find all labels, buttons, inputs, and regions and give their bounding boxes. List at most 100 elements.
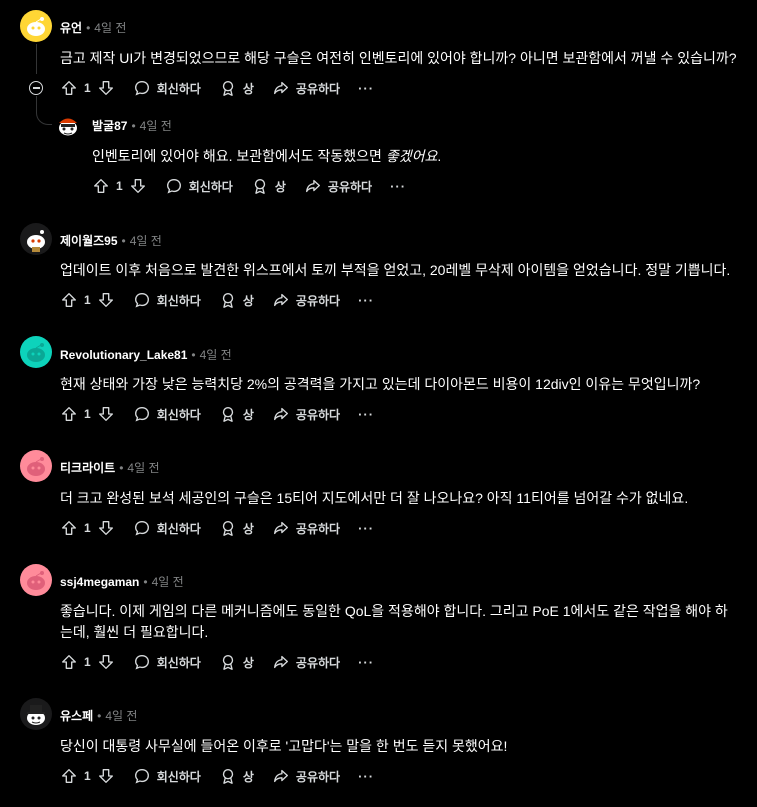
reply-label: 회신하다	[156, 769, 201, 784]
more-options-button[interactable]: ···	[358, 521, 374, 536]
upvote-button[interactable]	[60, 405, 78, 423]
downvote-icon	[98, 293, 113, 307]
avatar[interactable]	[20, 698, 52, 730]
share-button[interactable]: 공유하다	[272, 767, 340, 785]
reply-button[interactable]: 회신하다	[165, 177, 233, 195]
downvote-button[interactable]	[129, 177, 147, 195]
avatar[interactable]	[20, 564, 52, 596]
award-button[interactable]: 상	[219, 767, 254, 785]
comment-bubble-icon	[134, 521, 149, 536]
avatar[interactable]	[52, 108, 84, 140]
separator-dot: •	[119, 461, 124, 475]
share-button[interactable]: 공유하다	[272, 405, 340, 423]
upvote-button[interactable]	[92, 177, 110, 195]
reply-button[interactable]: 회신하다	[133, 653, 201, 671]
author-name[interactable]: 티크라이트	[60, 461, 115, 475]
avatar[interactable]	[20, 10, 52, 42]
upvote-button[interactable]	[60, 767, 78, 785]
timestamp[interactable]: 4일 전	[105, 709, 137, 723]
upvote-button[interactable]	[60, 519, 78, 537]
award-label: 상	[242, 293, 254, 308]
share-icon	[273, 81, 288, 95]
share-button[interactable]: 공유하다	[304, 177, 372, 195]
reply-label: 회신하다	[188, 179, 233, 194]
author-name[interactable]: Revolutionary_Lake81	[60, 348, 187, 362]
reply-label: 회신하다	[156, 81, 201, 96]
timestamp[interactable]: 4일 전	[94, 21, 126, 35]
share-label: 공유하다	[327, 179, 373, 194]
comment-meta: Revolutionary_Lake81 • 4일 전	[60, 346, 232, 363]
award-button[interactable]: 상	[219, 653, 254, 671]
timestamp[interactable]: 4일 전	[140, 119, 172, 133]
comment-actions: 1 회신하다 상 공유하다 ···	[60, 764, 374, 788]
downvote-button[interactable]	[97, 767, 115, 785]
comment-meta: 유스페 • 4일 전	[60, 707, 137, 724]
more-options-button[interactable]: ···	[358, 81, 374, 96]
award-label: 상	[242, 81, 254, 96]
comment-text-end: .	[437, 148, 442, 164]
downvote-button[interactable]	[97, 405, 115, 423]
timestamp[interactable]: 4일 전	[130, 234, 162, 248]
collapse-thread-button[interactable]	[29, 81, 43, 95]
more-icon: ···	[358, 406, 375, 422]
separator-dot: •	[143, 575, 148, 589]
more-options-button[interactable]: ···	[358, 407, 374, 422]
award-button[interactable]: 상	[219, 291, 254, 309]
reply-button[interactable]: 회신하다	[133, 519, 201, 537]
author-name[interactable]: 발굴87	[92, 119, 127, 133]
avatar[interactable]	[20, 450, 52, 482]
award-icon	[222, 769, 234, 784]
author-name[interactable]: 제이월즈95	[60, 234, 118, 248]
award-button[interactable]: 상	[251, 177, 286, 195]
share-button[interactable]: 공유하다	[272, 291, 340, 309]
vote-count: 1	[84, 769, 91, 783]
comment-actions: 1 회신하다 상 공유하다 ···	[92, 174, 406, 198]
reply-button[interactable]: 회신하다	[133, 405, 201, 423]
thread-line[interactable]	[36, 44, 37, 74]
reply-button[interactable]: 회신하다	[133, 79, 201, 97]
more-options-button[interactable]: ···	[358, 769, 374, 784]
snoo-avatar-icon	[27, 705, 45, 725]
upvote-button[interactable]	[60, 79, 78, 97]
separator-dot: •	[191, 348, 196, 362]
upvote-button[interactable]	[60, 653, 78, 671]
more-options-button[interactable]: ···	[358, 293, 374, 308]
downvote-button[interactable]	[97, 291, 115, 309]
author-name[interactable]: 유언	[60, 21, 82, 35]
upvote-button[interactable]	[60, 291, 78, 309]
comment-meta: ssj4megaman • 4일 전	[60, 573, 184, 590]
vote-count: 1	[84, 407, 91, 421]
comment-actions: 1 회신하다 상 공유하다 ···	[60, 650, 374, 674]
comment-bubble-icon	[134, 769, 149, 784]
more-options-button[interactable]: ···	[358, 655, 374, 670]
share-button[interactable]: 공유하다	[272, 519, 340, 537]
vote-count: 1	[116, 179, 123, 193]
award-button[interactable]: 상	[219, 79, 254, 97]
award-icon	[222, 293, 234, 308]
comment-actions: 1 회신하다 상 공유하다 ···	[60, 76, 374, 100]
reply-button[interactable]: 회신하다	[133, 767, 201, 785]
timestamp[interactable]: 4일 전	[127, 461, 159, 475]
upvote-icon	[62, 655, 76, 669]
downvote-button[interactable]	[97, 653, 115, 671]
author-name[interactable]: 유스페	[60, 709, 93, 723]
share-label: 공유하다	[295, 769, 341, 784]
downvote-button[interactable]	[97, 79, 115, 97]
award-button[interactable]: 상	[219, 405, 254, 423]
comment-body: 더 크고 완성된 보석 세공인의 구슬은 15티어 지도에서만 더 잘 나오나요…	[60, 490, 689, 506]
downvote-button[interactable]	[97, 519, 115, 537]
share-button[interactable]: 공유하다	[272, 653, 340, 671]
author-name[interactable]: ssj4megaman	[60, 575, 139, 589]
more-icon: ···	[358, 292, 375, 308]
more-options-button[interactable]: ···	[390, 179, 406, 194]
timestamp[interactable]: 4일 전	[152, 575, 184, 589]
award-button[interactable]: 상	[219, 519, 254, 537]
reply-button[interactable]: 회신하다	[133, 291, 201, 309]
share-button[interactable]: 공유하다	[272, 79, 340, 97]
avatar[interactable]	[20, 336, 52, 368]
timestamp[interactable]: 4일 전	[200, 348, 232, 362]
avatar[interactable]	[20, 223, 52, 255]
share-label: 공유하다	[295, 81, 341, 96]
comment-meta: 발굴87 • 4일 전	[92, 117, 172, 134]
comment-meta: 유언 • 4일 전	[60, 19, 126, 36]
